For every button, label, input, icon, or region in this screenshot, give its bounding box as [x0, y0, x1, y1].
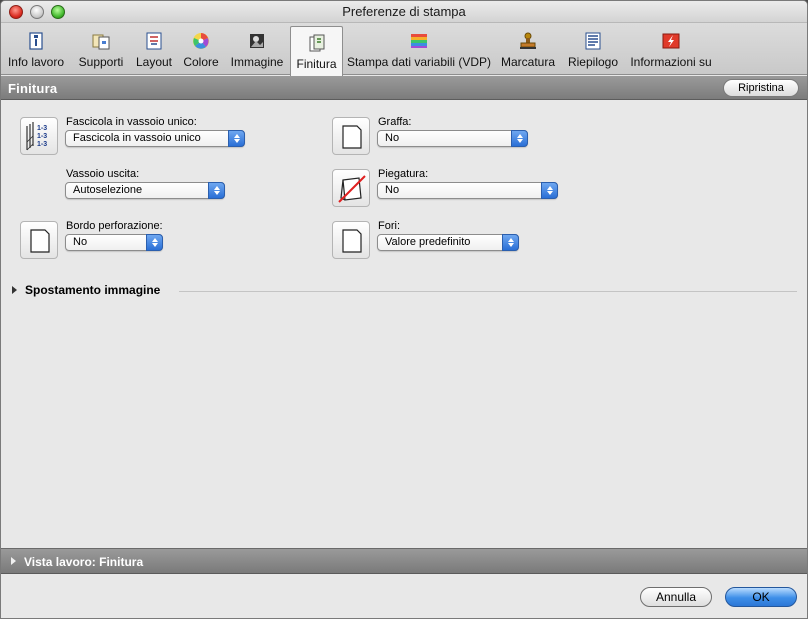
- tab-informazioni-su[interactable]: Informazioni su: [627, 25, 715, 73]
- summary-icon: [583, 31, 603, 51]
- svg-text:1-3: 1-3: [37, 133, 47, 140]
- title-bar[interactable]: Preferenze di stampa: [1, 1, 807, 23]
- tab-immagine[interactable]: Immagine: [228, 25, 286, 73]
- select-arrows-icon: [228, 130, 245, 147]
- tab-label: Colore: [183, 55, 219, 69]
- section-title: Finitura: [8, 81, 58, 96]
- media-icon: [91, 31, 111, 51]
- holes-value: Valore predefinito: [385, 236, 471, 248]
- tab-label: Layout: [135, 55, 173, 69]
- punch-edge-page-icon: [20, 221, 58, 259]
- tab-vdp[interactable]: Stampa dati variabili (VDP): [346, 25, 492, 73]
- stamp-icon: [518, 31, 538, 51]
- select-arrows-icon: [541, 182, 558, 199]
- dialog-footer: Annulla OK: [1, 575, 807, 618]
- tab-riepilogo[interactable]: Riepilogo: [564, 25, 622, 73]
- finishing-icon: [307, 33, 327, 53]
- tab-label: Riepilogo: [567, 55, 619, 69]
- tab-label: Supporti: [78, 55, 124, 69]
- image-shift-disclosure-triangle-icon[interactable]: [12, 286, 17, 294]
- select-arrows-icon: [502, 234, 519, 251]
- svg-text:1-3: 1-3: [37, 125, 47, 132]
- ok-button[interactable]: OK: [725, 587, 797, 607]
- fold-page-icon: [332, 169, 370, 207]
- staple-label: Graffa:: [378, 116, 412, 128]
- select-arrows-icon: [146, 234, 163, 251]
- collate-label: Fascicola in vassoio unico:: [66, 116, 197, 128]
- collate-icon: 1-3 1-3 1-3: [20, 117, 58, 155]
- job-preview-label: Vista lavoro: Finitura: [24, 555, 144, 569]
- fold-value: No: [385, 184, 400, 196]
- layout-icon: [144, 31, 164, 51]
- output-tray-value: Autoselezione: [73, 184, 143, 196]
- cancel-button[interactable]: Annulla: [640, 587, 712, 607]
- disclosure-triangle-icon[interactable]: [11, 557, 16, 565]
- about-icon: [661, 31, 681, 51]
- print-preferences-window: Preferenze di stampa Info lavoro Support…: [0, 0, 808, 619]
- tab-label: Finitura: [296, 57, 337, 71]
- punch-edge-value: No: [73, 236, 88, 248]
- tab-label: Stampa dati variabili (VDP): [346, 55, 492, 69]
- tab-label: Marcatura: [500, 55, 556, 69]
- reset-button[interactable]: Ripristina: [723, 79, 799, 97]
- holes-page-icon: [332, 221, 370, 259]
- divider: [179, 291, 797, 292]
- tab-finitura[interactable]: Finitura: [290, 26, 343, 76]
- holes-select[interactable]: Valore predefinito: [377, 234, 519, 251]
- image-icon: [247, 31, 267, 51]
- toolbar: Info lavoro Supporti Layout Colore Immag…: [1, 23, 807, 76]
- fold-label: Piegatura:: [378, 168, 429, 180]
- tab-layout[interactable]: Layout: [132, 25, 176, 73]
- info-icon: [26, 31, 46, 51]
- collate-select[interactable]: Fascicola in vassoio unico: [65, 130, 245, 147]
- svg-text:1-3: 1-3: [37, 141, 47, 148]
- select-arrows-icon: [511, 130, 528, 147]
- tab-marcatura[interactable]: Marcatura: [498, 25, 558, 73]
- vdp-icon: [409, 31, 429, 51]
- color-wheel-icon: [191, 31, 211, 51]
- tab-supporti[interactable]: Supporti: [73, 25, 129, 73]
- fold-select[interactable]: No: [377, 182, 558, 199]
- image-shift-label[interactable]: Spostamento immagine: [25, 283, 160, 297]
- select-arrows-icon: [208, 182, 225, 199]
- staple-select[interactable]: No: [377, 130, 528, 147]
- section-header: Finitura Ripristina: [1, 76, 807, 100]
- output-tray-label: Vassoio uscita:: [66, 168, 140, 180]
- tab-info-lavoro[interactable]: Info lavoro: [5, 25, 67, 73]
- holes-label: Fori:: [378, 220, 400, 232]
- output-tray-select[interactable]: Autoselezione: [65, 182, 225, 199]
- punch-edge-select[interactable]: No: [65, 234, 163, 251]
- tab-label: Info lavoro: [7, 55, 65, 69]
- window-title: Preferenze di stampa: [342, 4, 466, 19]
- staple-value: No: [385, 132, 400, 144]
- job-preview-bar[interactable]: Vista lavoro: Finitura: [1, 548, 807, 574]
- tab-colore[interactable]: Colore: [179, 25, 223, 73]
- tab-label: Immagine: [230, 55, 284, 69]
- tab-label: Informazioni su: [630, 55, 712, 69]
- finishing-panel: 1-3 1-3 1-3 Fascicola in vassoio unico: …: [1, 101, 807, 547]
- punch-edge-label: Bordo perforazione:: [66, 220, 163, 232]
- staple-page-icon: [332, 117, 370, 155]
- collate-value: Fascicola in vassoio unico: [73, 132, 201, 144]
